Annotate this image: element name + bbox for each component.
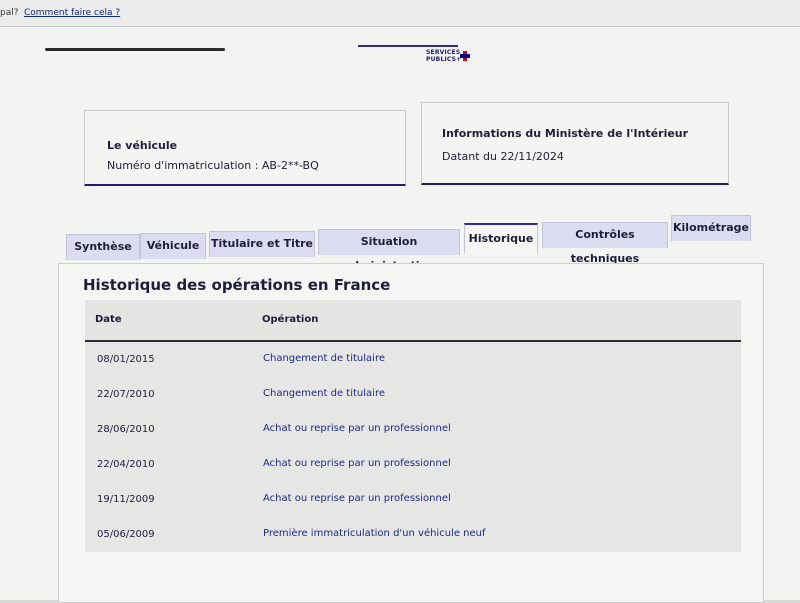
table-row: 05/06/2009 Première immatriculation d'un… <box>85 517 741 552</box>
header-underline <box>358 45 458 47</box>
tab-bar: Synthèse Véhicule Titulaire et Titre Sit… <box>66 215 766 272</box>
row-operation: Achat ou reprise par un professionnel <box>263 423 451 434</box>
ministry-info-card: Informations du Ministère de l'Intérieur… <box>421 102 729 185</box>
ministry-card-date: Datant du 22/11/2024 <box>442 150 564 163</box>
vehicle-card-title: Le véhicule <box>107 139 178 152</box>
row-date: 19/11/2009 <box>97 494 155 505</box>
table-row: 22/04/2010 Achat ou reprise par un profe… <box>85 447 741 482</box>
table-row: 08/01/2015 Changement de titulaire <box>85 342 741 377</box>
plus-cross-icon <box>460 51 470 61</box>
tab-historique[interactable]: Historique <box>464 223 538 253</box>
row-operation: Achat ou reprise par un professionnel <box>263 458 451 469</box>
row-date: 22/07/2010 <box>97 389 155 400</box>
registration-number: Numéro d'immatriculation : AB-2**-BQ <box>107 159 319 172</box>
table-header: Date Opération <box>85 300 741 342</box>
column-header-date: Date <box>95 314 122 325</box>
history-title: Historique des opérations en France <box>83 276 391 294</box>
row-date: 22/04/2010 <box>97 459 155 470</box>
row-operation: Changement de titulaire <box>263 388 385 399</box>
services-publics-logo[interactable]: SERVICES PUBLICS+ <box>426 49 470 63</box>
history-panel: Historique des opérations en France Date… <box>58 263 764 603</box>
vehicle-card: Le véhicule Numéro d'immatriculation : A… <box>84 110 406 186</box>
tab-situation-administrative[interactable]: Situation administrative <box>318 229 460 272</box>
row-date: 28/06/2010 <box>97 424 155 435</box>
table-row: 19/11/2009 Achat ou reprise par un profe… <box>85 482 741 517</box>
table-row: 22/07/2010 Changement de titulaire <box>85 377 741 412</box>
logo-text-line2: PUBLICS+ <box>426 56 462 63</box>
table-row: 28/06/2010 Achat ou reprise par un profe… <box>85 412 741 447</box>
logo-text-line1: SERVICES <box>426 49 461 56</box>
tab-kilometrage[interactable]: Kilométrage <box>671 215 751 241</box>
help-link[interactable]: Comment faire cela ? <box>24 0 120 26</box>
row-date: 05/06/2009 <box>97 529 155 540</box>
tab-vehicule[interactable]: Véhicule <box>140 233 206 259</box>
ministry-card-title: Informations du Ministère de l'Intérieur <box>442 127 689 140</box>
tab-synthese[interactable]: Synthèse <box>66 234 140 260</box>
row-operation: Première immatriculation d'un véhicule n… <box>263 528 486 539</box>
row-operation: Changement de titulaire <box>263 353 385 364</box>
browser-top-bar: pal? Comment faire cela ? <box>0 0 800 27</box>
truncated-text: pal? <box>0 8 19 18</box>
history-table: Date Opération 08/01/2015 Changement de … <box>85 300 741 552</box>
tab-titulaire-et-titre[interactable]: Titulaire et Titre <box>209 231 315 257</box>
page-content: SERVICES PUBLICS+ Le véhicule Numéro d'i… <box>0 27 800 603</box>
row-operation: Achat ou reprise par un professionnel <box>263 493 451 504</box>
header-decoration <box>45 48 225 51</box>
column-header-operation: Opération <box>262 314 319 325</box>
tab-controles-techniques[interactable]: Contrôles techniques <box>542 222 668 265</box>
row-date: 08/01/2015 <box>97 354 155 365</box>
